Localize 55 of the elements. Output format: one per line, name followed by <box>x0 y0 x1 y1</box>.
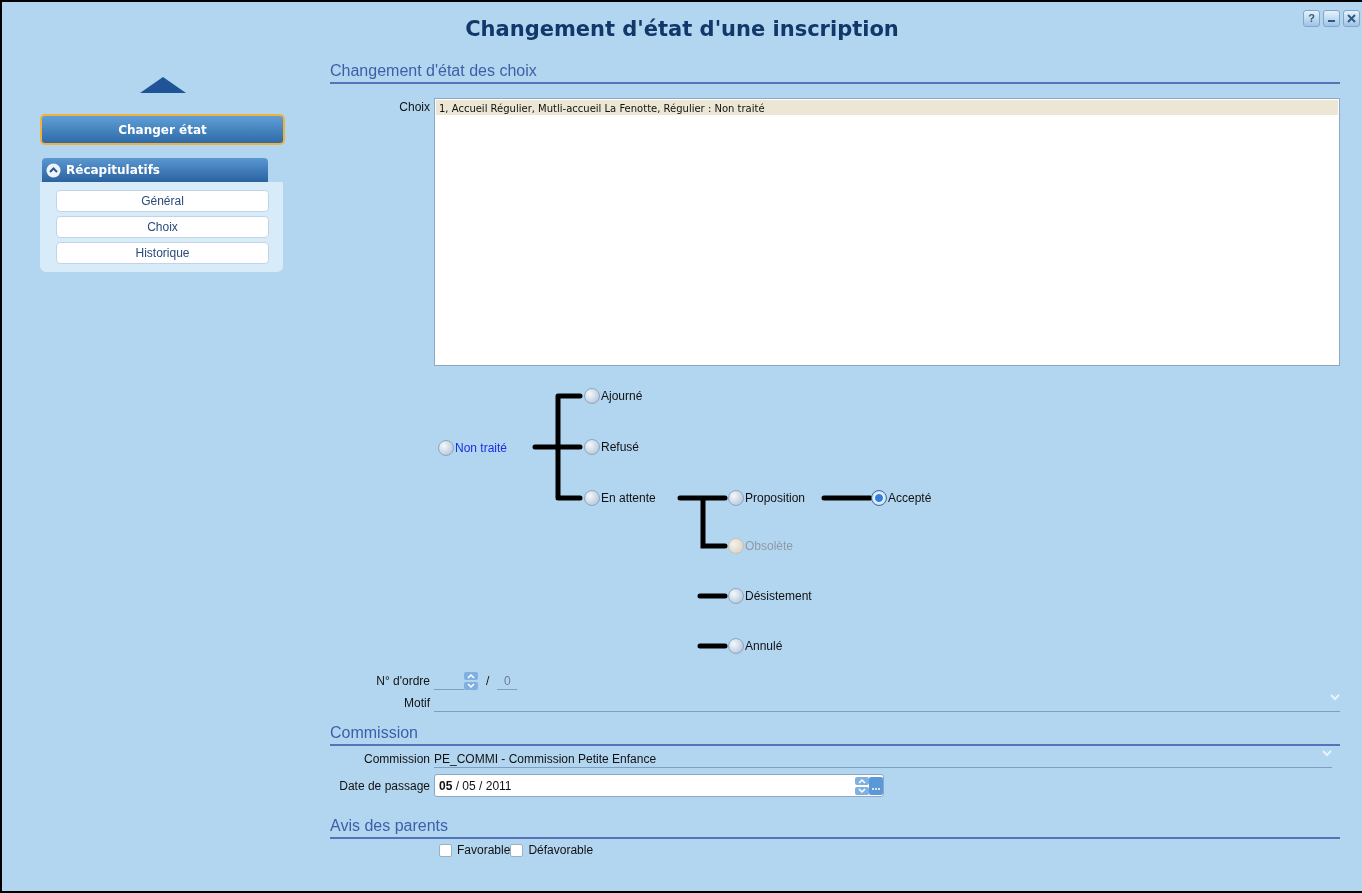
up-arrow-icon[interactable] <box>140 77 186 93</box>
radio-button[interactable] <box>584 439 600 455</box>
summary-item[interactable]: Général <box>56 190 269 212</box>
close-button[interactable] <box>1343 10 1360 27</box>
section-title: Commission <box>330 723 1340 746</box>
collapse-icon[interactable] <box>46 162 61 178</box>
separator-text: / <box>486 673 490 690</box>
group-title: Récapitulatifs <box>66 162 160 179</box>
change-state-button[interactable]: Changer état <box>40 114 285 145</box>
summary-group-header[interactable]: Récapitulatifs <box>42 158 268 182</box>
spinner-icon[interactable] <box>855 776 869 795</box>
close-icon <box>1347 14 1356 23</box>
checkbox[interactable] <box>439 843 452 857</box>
radio-button[interactable] <box>584 388 600 404</box>
field-label: Motif <box>404 696 430 710</box>
ellipsis-icon[interactable] <box>869 776 883 795</box>
spinner-icon[interactable] <box>464 672 478 690</box>
radio-button[interactable] <box>728 588 744 604</box>
state-label: Proposition <box>745 490 806 507</box>
field-label: Choix <box>399 100 430 114</box>
radio-button[interactable] <box>438 440 454 456</box>
summary-item[interactable]: Choix <box>56 216 269 238</box>
field-label: Date de passage <box>339 778 430 793</box>
radio-button[interactable] <box>871 490 887 506</box>
radio-button[interactable] <box>728 638 744 654</box>
window-title: Changement d'état d'une inscription <box>465 17 899 41</box>
checkbox[interactable] <box>510 843 524 857</box>
date-input-field[interactable]: 05 / 05 / 2011 <box>434 774 884 797</box>
field-label: N° d'ordre <box>376 674 430 688</box>
field-label: Commission <box>364 752 430 766</box>
state-label: Refusé <box>601 439 640 456</box>
total-field: 0 <box>497 672 518 690</box>
state-label: En attente <box>601 490 656 507</box>
state-label: Désistement <box>745 588 812 605</box>
dropdown-value: PE_COMMI - Commission Petite Enfance <box>434 751 657 767</box>
checkbox-label: Favorable <box>457 842 511 859</box>
state-label: Ajourné <box>601 388 643 405</box>
radio-button[interactable] <box>584 490 600 506</box>
summary-item[interactable]: Historique <box>56 242 269 264</box>
date-value: 05 / 05 / 2011 <box>439 777 513 795</box>
checkbox-label: Défavorable <box>528 842 594 859</box>
list-row[interactable]: 1, Accueil Régulier, Mutli-accueil La Fenotte, Régulier : Non traité <box>436 100 1338 115</box>
commission-dropdown[interactable]: PE_COMMI - Commission Petite Enfance <box>434 750 1332 768</box>
radio-button[interactable] <box>728 490 744 506</box>
state-label: Annulé <box>745 638 783 655</box>
section-title: Changement d'état des choix <box>330 61 1340 84</box>
chevron-down-icon[interactable] <box>1330 694 1340 702</box>
state-label: Non traité <box>455 440 508 457</box>
chevron-down-icon[interactable] <box>1322 750 1332 758</box>
minimize-button[interactable] <box>1323 10 1340 27</box>
help-button[interactable]: ? <box>1303 10 1320 27</box>
motif-dropdown[interactable] <box>434 694 1340 712</box>
state-label: Accepté <box>888 490 932 507</box>
section-title: Avis des parents <box>330 816 1340 839</box>
state-label: Obsolète <box>745 538 794 555</box>
